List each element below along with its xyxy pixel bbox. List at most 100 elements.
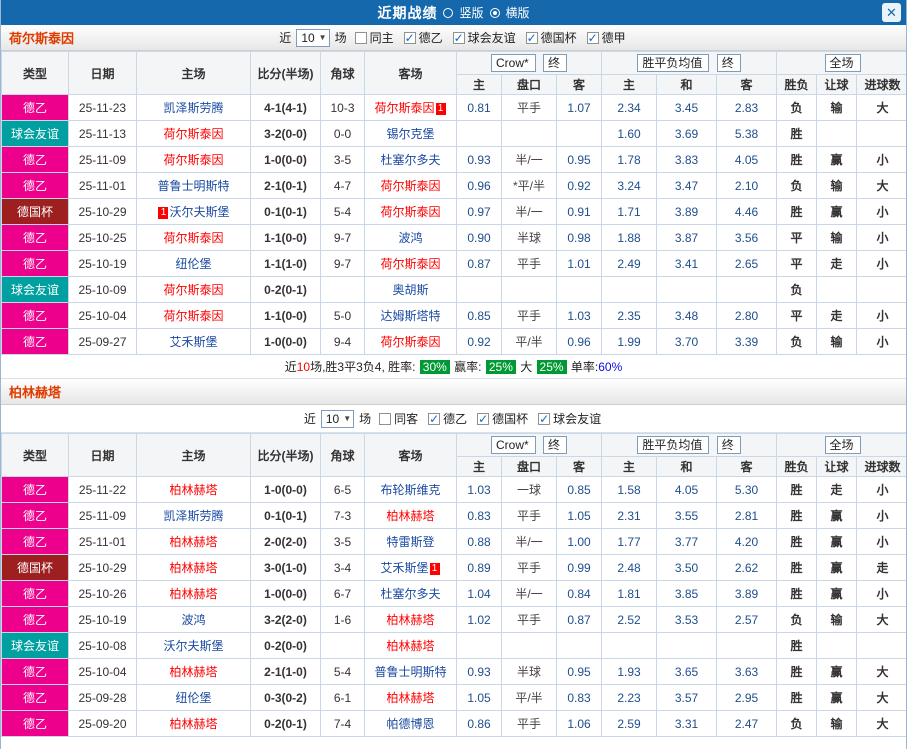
scope-select[interactable]: 全场 <box>824 436 861 454</box>
team-name-link[interactable]: 荷尔斯泰因 <box>374 101 434 115</box>
team-name-link[interactable]: 柏林赫塔 <box>169 665 217 679</box>
eu-away-odds-cell: 4.05 <box>716 146 778 173</box>
vertical-layout-radio[interactable] <box>443 7 454 18</box>
team-name-link[interactable]: 波鸿 <box>398 231 422 245</box>
match-row: 德乙 25-10-25 荷尔斯泰因 1-1(0-0) 9-7 波鸿 0.90 半… <box>1 224 906 251</box>
team-name-link[interactable]: 柏林赫塔 <box>169 535 217 549</box>
summary-part: 25% <box>536 359 567 374</box>
filter-checkbox[interactable]: 同客 <box>379 410 418 427</box>
team-name-link[interactable]: 达姆斯塔特 <box>380 309 440 323</box>
score-cell: 0-1(0-1) <box>250 502 321 529</box>
ah-line-cell: 平/半 <box>501 684 557 711</box>
match-count-select[interactable]: 10 ▼ <box>320 409 355 428</box>
team-name-link[interactable]: 凯泽斯劳腾 <box>163 509 223 523</box>
europe-average-select[interactable]: 胜平负均值 <box>637 436 710 454</box>
team-name-link[interactable]: 柏林赫塔 <box>386 639 434 653</box>
team-name-link[interactable]: 荷尔斯泰因 <box>163 153 223 167</box>
filter-checkbox[interactable]: 德国杯 <box>477 410 528 427</box>
team-name-link[interactable]: 布轮斯维克 <box>380 483 440 497</box>
match-count-select[interactable]: 10 ▼ <box>296 28 330 47</box>
team-name-link[interactable]: 荷尔斯泰因 <box>163 283 223 297</box>
horizontal-layout-radio[interactable] <box>489 7 500 18</box>
results-table-head: 类型 日期 主场 比分(半场) 角球 客场 Crow* 终 胜平负均值 终 全场… <box>1 51 906 95</box>
score-cell: 1-1(1-0) <box>250 250 321 277</box>
ah-away-odds-cell: 0.85 <box>555 476 603 503</box>
match-date-cell: 25-11-01 <box>68 172 137 199</box>
filter-checkbox[interactable]: 德乙 <box>403 29 443 46</box>
team-name-link[interactable]: 荷尔斯泰因 <box>380 257 440 271</box>
filter-suffix: 场 <box>359 412 372 426</box>
filter-checkbox[interactable]: 德国杯 <box>525 29 577 46</box>
match-row: 德乙 25-11-01 柏林赫塔 2-0(2-0) 3-5 特雷斯登 0.88 … <box>1 528 906 555</box>
team-name-link[interactable]: 普鲁士明斯特 <box>374 665 446 679</box>
go goals-result-cell <box>856 120 906 147</box>
results-tbody: 德乙 25-11-22 柏林赫塔 1-0(0-0) 6-5 布轮斯维克 1.03… <box>1 476 906 737</box>
team-name-link[interactable]: 柏林赫塔 <box>169 717 217 731</box>
go goals-result-cell: 小 <box>856 224 906 251</box>
europe-average-select[interactable]: 胜平负均值 <box>637 54 710 72</box>
team-name-link[interactable]: 柏林赫塔 <box>169 483 217 497</box>
eu-home-odds-cell: 3.24 <box>601 172 658 199</box>
corner-score-cell: 4-7 <box>320 172 365 199</box>
team-name-link[interactable]: 荷尔斯泰因 <box>380 335 440 349</box>
team-name-link[interactable]: 普鲁士明斯特 <box>157 179 229 193</box>
filter-checkbox-label: 同客 <box>394 412 419 426</box>
eu-draw-odds-cell <box>656 632 718 659</box>
team-name-link[interactable]: 荷尔斯泰因 <box>380 205 440 219</box>
filter-checkbox[interactable]: 德乙 <box>428 410 467 427</box>
team-name-link[interactable]: 纽伦堡 <box>175 257 211 271</box>
team-name-link[interactable]: 荷尔斯泰因 <box>380 179 440 193</box>
odds-stage-select[interactable]: 终 <box>543 54 568 72</box>
team-name-link[interactable]: 沃尔夫斯堡 <box>169 205 229 219</box>
team-name-link[interactable]: 纽伦堡 <box>175 691 211 705</box>
team-name-link[interactable]: 沃尔夫斯堡 <box>163 639 223 653</box>
ah-home-odds-cell: 0.85 <box>456 302 502 329</box>
europe-stage-select[interactable]: 终 <box>716 54 741 72</box>
odds-company-select[interactable]: Crow* <box>491 436 536 454</box>
close-button[interactable]: ✕ <box>882 3 901 22</box>
team-name-link[interactable]: 艾禾斯堡 <box>169 335 217 349</box>
summary-part: 10 <box>296 359 311 374</box>
team-name-link[interactable]: 柏林赫塔 <box>386 509 434 523</box>
team-name-link[interactable]: 荷尔斯泰因 <box>163 127 223 141</box>
handicap-result-cell: 输 <box>816 224 858 251</box>
team-name-link[interactable]: 艾禾斯堡 <box>380 561 428 575</box>
league-type-cell: 德乙 <box>1 606 69 633</box>
team-name-link[interactable]: 杜塞尔多夫 <box>380 587 440 601</box>
checkbox-icon <box>403 31 416 45</box>
away-team-cell: 荷尔斯泰因 <box>364 172 457 199</box>
team-name-link[interactable]: 柏林赫塔 <box>169 587 217 601</box>
odds-stage-select[interactable]: 终 <box>543 436 568 454</box>
eu-home-odds-cell: 1.71 <box>601 198 658 225</box>
eu-home-odds-cell: 1.60 <box>601 120 658 147</box>
team-name-link[interactable]: 特雷斯登 <box>386 535 434 549</box>
odds-company-select[interactable]: Crow* <box>491 54 536 72</box>
horizontal-layout-label[interactable]: 横版 <box>506 4 530 21</box>
team-name-link[interactable]: 柏林赫塔 <box>169 561 217 575</box>
team-name-link[interactable]: 荷尔斯泰因 <box>163 309 223 323</box>
team-name-link[interactable]: 凯泽斯劳腾 <box>163 101 223 115</box>
wdl-result-cell: 胜 <box>776 684 818 711</box>
scope-select[interactable]: 全场 <box>824 54 861 72</box>
ah-home-odds-cell <box>456 632 502 659</box>
eu-away-odds-cell: 3.89 <box>716 580 778 607</box>
handicap-result-cell: 赢 <box>816 684 858 711</box>
ah-line-cell: 半球 <box>501 658 557 685</box>
team-name-link[interactable]: 杜塞尔多夫 <box>380 153 440 167</box>
team-name-link[interactable]: 帕德博恩 <box>386 717 434 731</box>
home-team-cell: 凯泽斯劳腾 <box>136 502 251 529</box>
filter-inline: 近 10▼ 场 同主 德乙 球会友谊 德国杯 德甲 <box>1 25 906 50</box>
team-name-link[interactable]: 波鸿 <box>181 613 205 627</box>
handicap-result-cell <box>816 276 858 303</box>
team-name-link[interactable]: 荷尔斯泰因 <box>163 231 223 245</box>
team-name-link[interactable]: 锡尔克堡 <box>386 127 434 141</box>
filter-checkbox[interactable]: 同主 <box>354 29 394 46</box>
vertical-layout-label[interactable]: 竖版 <box>459 4 483 21</box>
europe-stage-select[interactable]: 终 <box>716 436 741 454</box>
team-name-link[interactable]: 柏林赫塔 <box>386 691 434 705</box>
filter-checkbox[interactable]: 德甲 <box>586 29 626 46</box>
filter-checkbox[interactable]: 球会友谊 <box>452 29 516 46</box>
filter-checkbox[interactable]: 球会友谊 <box>538 410 601 427</box>
team-name-link[interactable]: 奥胡斯 <box>392 283 428 297</box>
team-name-link[interactable]: 柏林赫塔 <box>386 613 434 627</box>
